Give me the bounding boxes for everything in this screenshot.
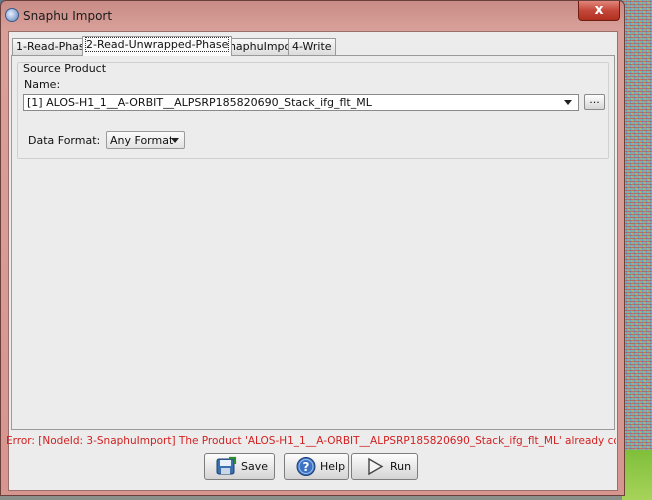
tab-label: 2-Read-Unwrapped-Phase (84, 37, 230, 52)
tab-label: 1-Read-Phase (16, 40, 92, 53)
snap-app-icon (5, 8, 19, 22)
help-button[interactable]: ? Help (284, 453, 349, 480)
tab-label: 4-Write (292, 40, 332, 53)
tab-write[interactable]: 4-Write (288, 38, 336, 55)
title-bar[interactable]: Snaphu Import x (1, 1, 624, 31)
browse-button[interactable]: ... (584, 94, 605, 110)
save-button[interactable]: Save (204, 453, 275, 480)
dialog-body: 1-Read-Phase 2-Read-Unwrapped-Phase 3-Sn… (6, 31, 618, 491)
window-title: Snaphu Import (23, 9, 113, 23)
name-label: Name: (24, 78, 61, 91)
source-product-dropdown[interactable]: [1] ALOS-H1_1__A-ORBIT__ALPSRP185820690_… (23, 94, 579, 111)
selected-product-value: [1] ALOS-H1_1__A-ORBIT__ALPSRP185820690_… (27, 96, 372, 109)
run-icon (368, 457, 384, 476)
data-format-value: Any Format (110, 134, 174, 147)
save-icon (216, 456, 237, 475)
run-button-label: Run (390, 460, 412, 473)
run-button[interactable]: Run (351, 453, 418, 480)
source-product-title: Source Product (23, 62, 107, 75)
save-button-label: Save (241, 460, 269, 473)
data-format-label: Data Format: (28, 134, 101, 147)
chevron-down-icon (171, 138, 179, 143)
desktop-background-green (622, 450, 652, 500)
help-button-label: Help (320, 460, 346, 473)
help-icon: ? (296, 457, 316, 476)
tab-panel: Source Product Name: [1] ALOS-H1_1__A-OR… (11, 55, 615, 430)
chevron-down-icon (564, 100, 572, 105)
snaphu-import-window: Snaphu Import x 1-Read-Phase 2-Read-Unwr… (0, 0, 625, 496)
error-message: Error: [NodeId: 3-SnaphuImport] The Prod… (6, 435, 616, 447)
close-button[interactable]: x (578, 1, 620, 21)
desktop-background-right (622, 0, 652, 500)
svg-text:?: ? (303, 460, 310, 474)
source-product-group: Source Product Name: [1] ALOS-H1_1__A-OR… (17, 62, 609, 159)
tab-read-unwrapped-phase[interactable]: 2-Read-Unwrapped-Phase (82, 36, 233, 56)
data-format-dropdown[interactable]: Any Format (106, 131, 185, 149)
